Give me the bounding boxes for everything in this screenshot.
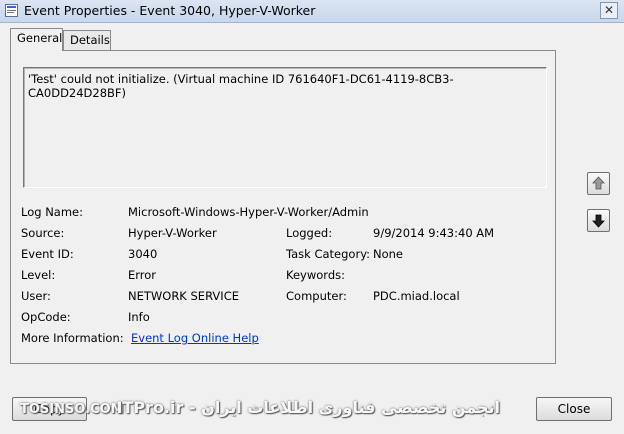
user-label: User:	[21, 289, 51, 303]
source-value: Hyper-V-Worker	[128, 226, 217, 240]
watermark-right: ITPro.ir - انجمن تخصصی فناوری اطلاعات ای…	[116, 398, 500, 417]
logged-label: Logged:	[286, 226, 333, 240]
computer-label: Computer:	[286, 289, 347, 303]
event-id-value: 3040	[128, 247, 158, 261]
event-id-label: Event ID:	[21, 247, 74, 261]
opcode-value: Info	[128, 310, 150, 324]
event-description-box[interactable]: 'Test' could not initialize. (Virtual ma…	[23, 67, 547, 188]
user-value: NETWORK SERVICE	[128, 289, 239, 303]
logged-value: 9/9/2014 9:43:40 AM	[373, 226, 495, 240]
task-category-value: None	[373, 247, 404, 261]
previous-event-button[interactable]	[587, 172, 610, 195]
computer-value: PDC.miad.local	[373, 289, 460, 303]
more-information-label: More Information:	[21, 331, 124, 345]
watermark: TOSINSO.COM ITPro.ir - انجمن تخصصی فناور…	[20, 398, 500, 422]
close-button[interactable]: Close	[536, 397, 612, 421]
close-icon: ✕	[603, 3, 615, 17]
title-bar: Event Properties - Event 3040, Hyper-V-W…	[0, 0, 624, 23]
watermark-left: TOSINSO.COM	[20, 402, 124, 417]
tab-details-label: Details	[70, 33, 110, 47]
arrow-down-icon	[592, 214, 605, 228]
tab-details[interactable]: Details	[63, 30, 111, 50]
log-name-label: Log Name:	[21, 205, 83, 219]
event-description-text: 'Test' could not initialize. (Virtual ma…	[28, 72, 454, 100]
window-title: Event Properties - Event 3040, Hyper-V-W…	[24, 3, 316, 18]
level-value: Error	[128, 268, 157, 282]
keywords-label: Keywords:	[286, 268, 345, 282]
window-close-button[interactable]: ✕	[600, 2, 618, 19]
opcode-label: OpCode:	[21, 310, 71, 324]
tab-general-label: General	[17, 31, 63, 45]
event-viewer-icon	[5, 4, 18, 17]
close-button-label: Close	[557, 402, 591, 416]
log-name-value: Microsoft-Windows-Hyper-V-Worker/Admin	[128, 205, 369, 219]
level-label: Level:	[21, 268, 56, 282]
event-log-online-help-link[interactable]: Event Log Online Help	[131, 331, 259, 345]
source-label: Source:	[21, 226, 65, 240]
arrow-up-icon	[592, 176, 605, 190]
next-event-button[interactable]	[587, 209, 610, 232]
task-category-label: Task Category:	[286, 247, 371, 261]
tab-general[interactable]: General	[10, 28, 63, 51]
